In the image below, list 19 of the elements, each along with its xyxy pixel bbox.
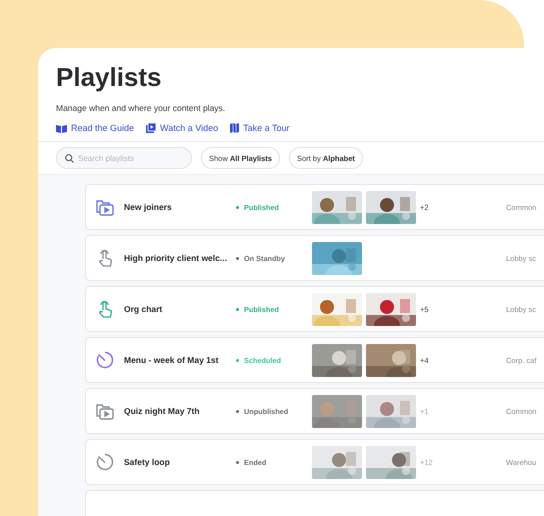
playlist-name: Quiz night May 7th — [124, 406, 201, 416]
search-icon — [65, 154, 74, 162]
playlist-name: New joiners — [124, 202, 173, 212]
playlist-name: Safety loop — [124, 457, 171, 467]
page-subtitle: Manage when and where your content plays. — [56, 103, 226, 113]
search-field[interactable]: Search playlists — [56, 147, 192, 169]
book-icon — [56, 124, 67, 132]
map-icon — [230, 123, 240, 133]
help-link[interactable]: Take a Tour — [230, 123, 290, 133]
help-link[interactable]: Read the Guide — [56, 123, 134, 133]
timer-icon — [95, 350, 115, 370]
video-icon — [146, 123, 156, 133]
help-link[interactable]: Watch a Video — [146, 123, 218, 133]
page-title: Playlists — [56, 62, 163, 93]
timer-icon — [95, 452, 115, 472]
search-input[interactable]: Search playlists — [78, 154, 178, 162]
playlist-name: High priority client welc... — [124, 253, 228, 263]
playlist-name: Org chart — [124, 304, 164, 314]
playlist-name: Menu - week of May 1st — [124, 355, 220, 365]
